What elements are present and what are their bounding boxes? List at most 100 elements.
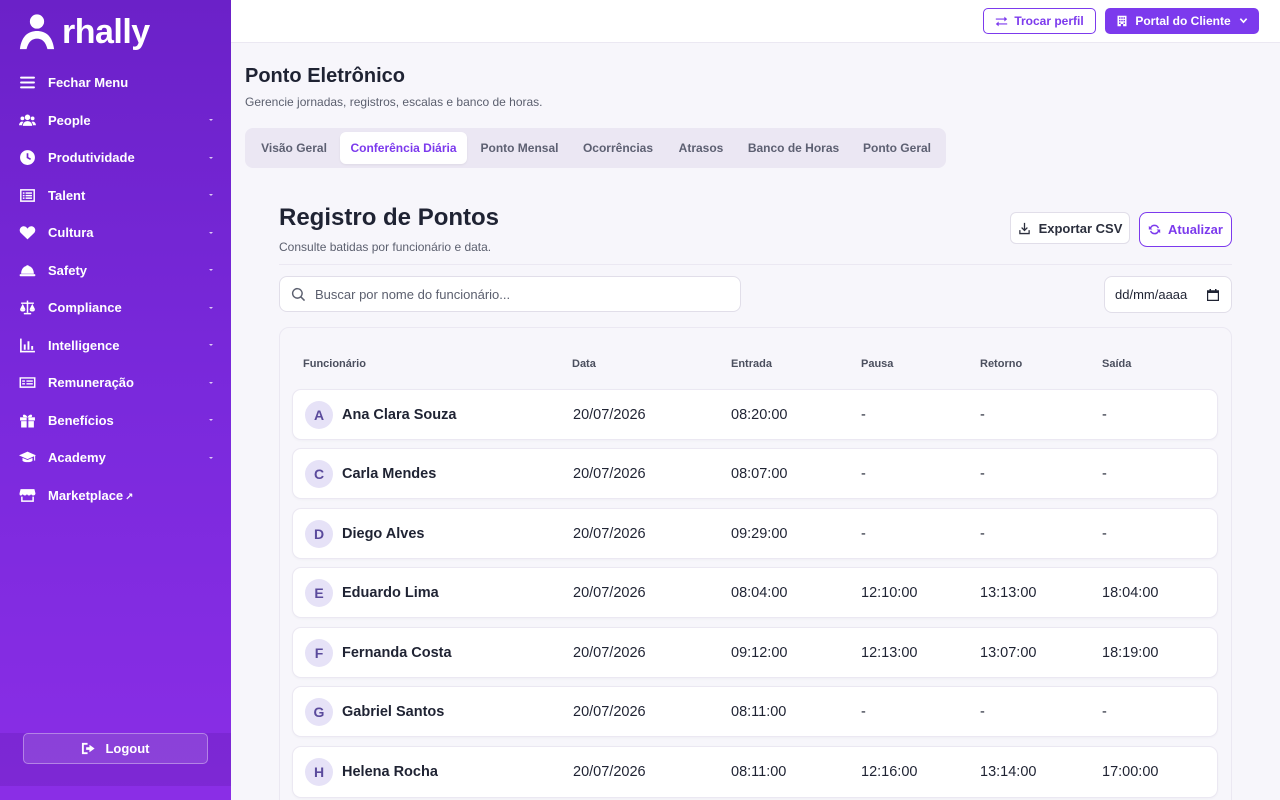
tab-conferencia-diaria[interactable]: Conferência Diária <box>340 132 467 164</box>
cell-saida: - <box>1102 466 1107 482</box>
brand-logo[interactable]: rhally <box>18 12 150 52</box>
header-funcionario[interactable]: Funcionário <box>303 358 366 370</box>
sidebar-bottom-strip <box>0 786 231 800</box>
cell-retorno: 13:14:00 <box>980 764 1037 780</box>
cell-data: 20/07/2026 <box>573 764 646 780</box>
table-row[interactable]: A Ana Clara Souza 20/07/2026 08:20:00 - … <box>292 389 1218 440</box>
header-saida[interactable]: Saída <box>1102 358 1131 370</box>
sidebar: rhally Fechar Menu People Produtividade … <box>0 0 231 800</box>
chevron-down-icon <box>1231 14 1248 28</box>
cell-data: 20/07/2026 <box>573 526 646 542</box>
sidebar-item-produtividade[interactable]: Produtividade <box>0 139 231 177</box>
sidebar-item-label: Cultura <box>48 225 94 241</box>
cell-pausa: - <box>861 407 866 423</box>
sidebar-item-label: Benefícios <box>48 412 114 428</box>
tab-visao-geral[interactable]: Visão Geral <box>250 132 338 164</box>
table-row[interactable]: D Diego Alves 20/07/2026 09:29:00 - - - <box>292 508 1218 559</box>
sidebar-item-marketplace[interactable]: Marketplace ↗ <box>0 477 231 515</box>
table-row[interactable]: H Helena Rocha 20/07/2026 08:11:00 12:16… <box>292 746 1218 798</box>
sidebar-item-label: Compliance <box>48 300 122 316</box>
section-subtitle: Consulte batidas por funcionário e data. <box>279 240 492 254</box>
table-row[interactable]: E Eduardo Lima 20/07/2026 08:04:00 12:10… <box>292 567 1218 618</box>
swap-icon <box>996 16 1008 26</box>
cell-entrada: 08:07:00 <box>731 466 788 482</box>
chevron-down-icon <box>207 229 215 237</box>
table-row[interactable]: C Carla Mendes 20/07/2026 08:07:00 - - - <box>292 448 1218 499</box>
cell-entrada: 09:12:00 <box>731 645 788 661</box>
cell-retorno: - <box>980 407 985 423</box>
search-input[interactable] <box>315 286 735 302</box>
sidebar-item-safety[interactable]: Safety <box>0 252 231 290</box>
chevron-down-icon <box>207 154 215 162</box>
header-data[interactable]: Data <box>572 358 596 370</box>
chevron-down-icon <box>207 116 215 124</box>
client-portal-button[interactable]: Portal do Cliente <box>1105 8 1259 34</box>
cell-entrada: 08:11:00 <box>731 704 787 720</box>
users-icon <box>18 111 36 129</box>
cell-retorno: - <box>980 466 985 482</box>
avatar: F <box>305 639 333 667</box>
employee-name: Eduardo Lima <box>342 585 439 601</box>
sidebar-item-people[interactable]: People <box>0 102 231 140</box>
page-title: Ponto Eletrônico <box>245 65 405 87</box>
cell-data: 20/07/2026 <box>573 407 646 423</box>
cell-data: 20/07/2026 <box>573 585 646 601</box>
sidebar-item-remuneracao[interactable]: Remuneração <box>0 364 231 402</box>
sidebar-item-cultura[interactable]: Cultura <box>0 214 231 252</box>
sidebar-item-label: Talent <box>48 187 86 203</box>
scale-icon <box>18 299 36 317</box>
sidebar-item-fechar-menu[interactable]: Fechar Menu <box>0 64 231 102</box>
tab-ponto-geral[interactable]: Ponto Geral <box>853 132 941 164</box>
sidebar-item-compliance[interactable]: Compliance <box>0 289 231 327</box>
cell-saida: 18:04:00 <box>1102 585 1159 601</box>
avatar: H <box>305 758 333 786</box>
cell-saida: - <box>1102 704 1107 720</box>
chart-icon <box>18 336 36 354</box>
logout-button[interactable]: Logout <box>23 733 208 764</box>
cell-saida: 18:19:00 <box>1102 645 1159 661</box>
tab-ocorrencias[interactable]: Ocorrências <box>572 132 664 164</box>
export-csv-label: Exportar CSV <box>1038 220 1123 236</box>
money-icon <box>18 374 36 392</box>
cell-saida: - <box>1102 526 1107 542</box>
avatar: E <box>305 579 333 607</box>
tab-atrasos[interactable]: Atrasos <box>668 132 734 164</box>
sidebar-item-talent[interactable]: Talent <box>0 177 231 215</box>
sidebar-item-intelligence[interactable]: Intelligence <box>0 327 231 365</box>
chevron-down-icon <box>207 454 215 462</box>
employee-name: Ana Clara Souza <box>342 407 457 423</box>
employee-name: Diego Alves <box>342 526 425 542</box>
sidebar-item-academy[interactable]: Academy <box>0 439 231 477</box>
switch-profile-button[interactable]: Trocar perfil <box>983 8 1096 34</box>
logout-icon <box>82 742 96 755</box>
sidebar-item-label: Safety <box>48 262 88 278</box>
cell-pausa: - <box>861 466 866 482</box>
chevron-down-icon <box>207 191 215 199</box>
refresh-button[interactable]: Atualizar <box>1139 212 1232 247</box>
header-pausa[interactable]: Pausa <box>861 358 893 370</box>
table-row[interactable]: G Gabriel Santos 20/07/2026 08:11:00 - -… <box>292 686 1218 737</box>
cell-pausa: 12:10:00 <box>861 585 918 601</box>
header-entrada[interactable]: Entrada <box>731 358 772 370</box>
header-retorno[interactable]: Retorno <box>980 358 1022 370</box>
date-placeholder: dd/mm/aaaa <box>1115 287 1188 302</box>
graduation-icon <box>18 449 36 467</box>
avatar: D <box>305 520 333 548</box>
cell-retorno: 13:13:00 <box>980 585 1037 601</box>
tab-ponto-mensal[interactable]: Ponto Mensal <box>471 132 568 164</box>
table-row[interactable]: F Fernanda Costa 20/07/2026 09:12:00 12:… <box>292 627 1218 678</box>
date-input[interactable]: dd/mm/aaaa <box>1104 276 1232 313</box>
avatar: A <box>305 401 333 429</box>
chevron-down-icon <box>207 341 215 349</box>
export-csv-button[interactable]: Exportar CSV <box>1010 212 1130 244</box>
sidebar-item-beneficios[interactable]: Benefícios <box>0 402 231 440</box>
avatar: G <box>305 698 333 726</box>
gift-icon <box>18 411 36 429</box>
chevron-down-icon <box>207 266 215 274</box>
page-subtitle: Gerencie jornadas, registros, escalas e … <box>245 95 543 109</box>
sidebar-item-label: Academy <box>48 450 106 466</box>
calendar-icon <box>1207 289 1219 301</box>
heart-icon <box>18 224 36 242</box>
tab-banco-de-horas[interactable]: Banco de Horas <box>738 132 849 164</box>
download-icon <box>1018 222 1030 234</box>
